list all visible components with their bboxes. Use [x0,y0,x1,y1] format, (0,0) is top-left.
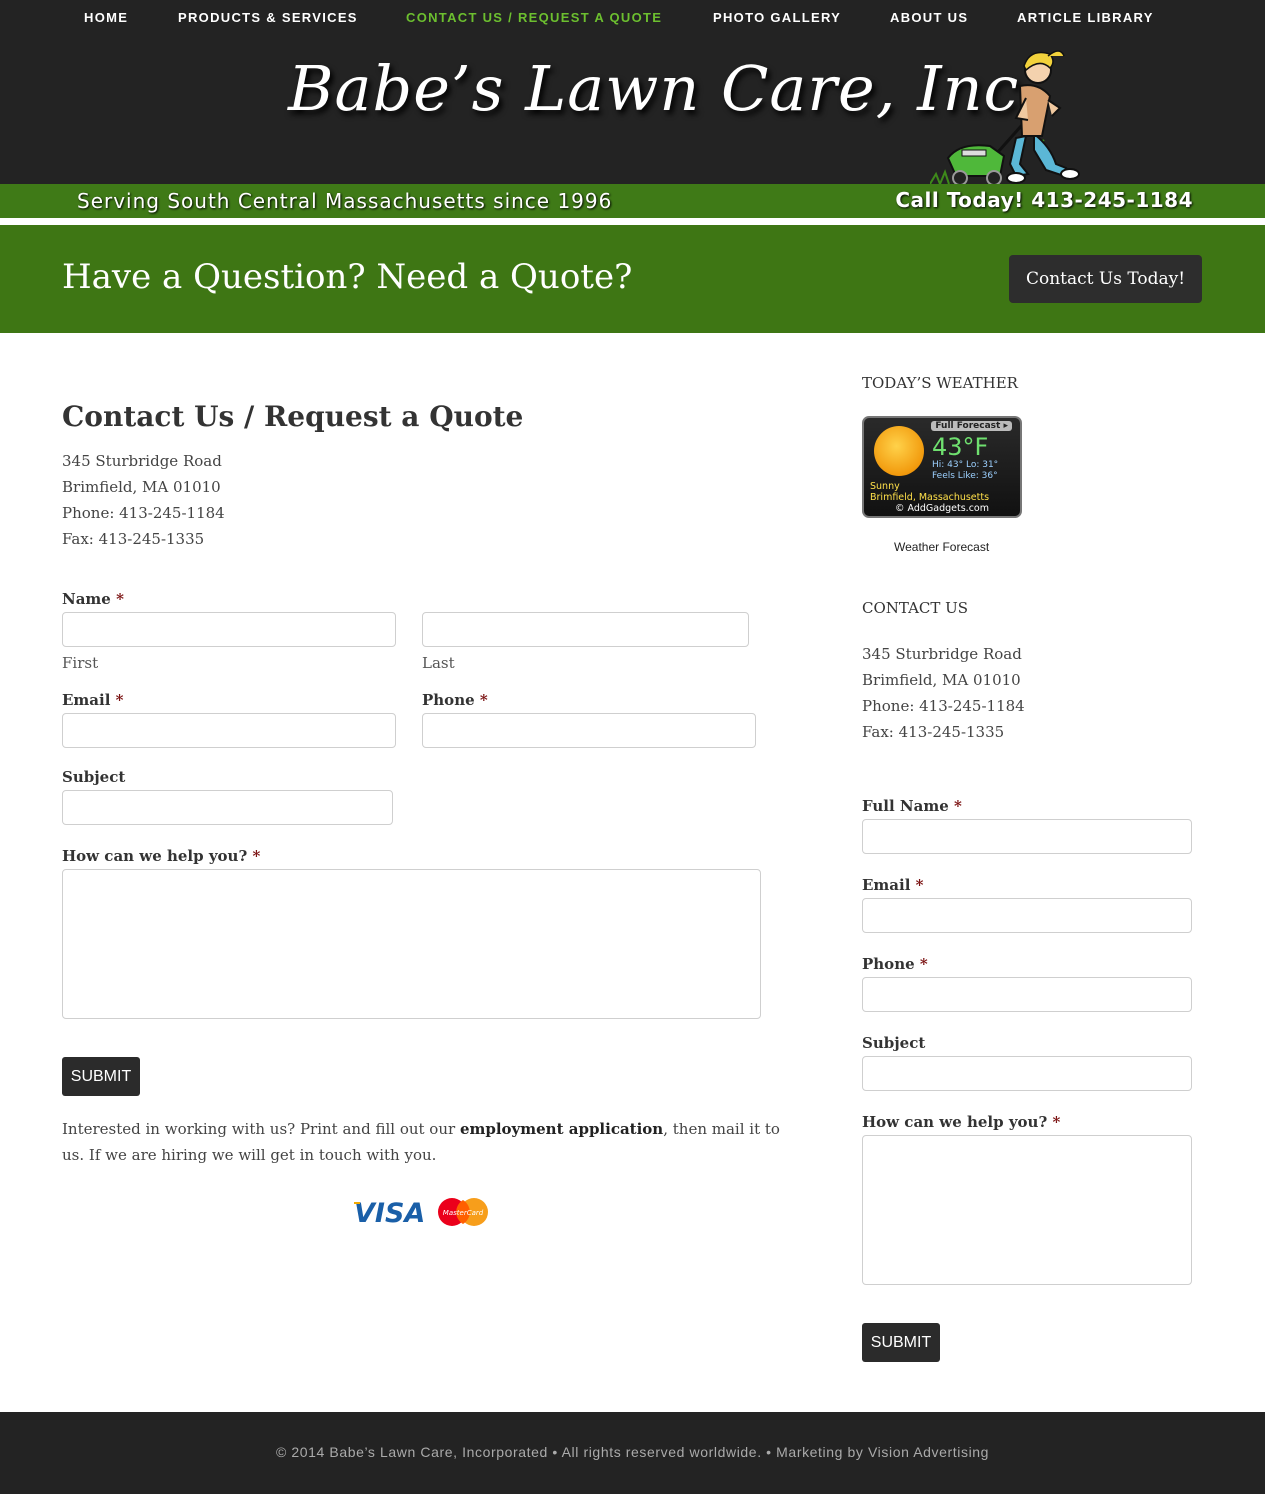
header-divider [0,218,1265,225]
submit-button[interactable]: SUBMIT [62,1057,140,1096]
site-logo[interactable]: Babe’s Lawn Care, Inc. [288,52,1040,125]
sidebar-message-label: How can we help you? * [862,1113,1060,1131]
contact-heading: CONTACT US [862,599,969,617]
name-label-text: Name [62,590,111,608]
payment-cards: VISA MasterCard [354,1198,488,1229]
main-nav: HOME PRODUCTS & SERVICES CONTACT US / RE… [0,0,1265,34]
weather-credit: © AddGadgets.com [895,503,989,514]
sun-icon [874,426,924,476]
employment-note: Interested in working with us? Print and… [62,1116,792,1168]
visa-logo-icon: VISA [354,1198,425,1229]
message-label-text: How can we help you? [62,847,248,865]
banner-title: Have a Question? Need a Quote? [62,257,633,297]
phone-input[interactable] [422,713,756,748]
mastercard-logo-icon: MasterCard [438,1198,488,1226]
sidebar-address-fax: Fax: 413-245-1335 [862,723,1005,741]
nav-article-library[interactable]: ARTICLE LIBRARY [1017,10,1154,25]
nav-home[interactable]: HOME [84,10,128,25]
sidebar-phone-input[interactable] [862,977,1192,1012]
sidebar-email-label-text: Email [862,876,911,894]
email-label: Email * [62,691,124,709]
sidebar-fullname-label-text: Full Name [862,797,949,815]
sidebar-fullname-input[interactable] [862,819,1192,854]
footer-copyright: © 2014 Babe’s Lawn Care, Incorporated • … [275,1444,990,1460]
weather-temp: 43°F [932,433,989,461]
subject-input[interactable] [62,790,393,825]
employment-application-link[interactable]: employment application [460,1120,663,1138]
call-today-phone[interactable]: Call Today! 413-245-1184 [895,188,1193,212]
required-mark: * [479,691,488,709]
nav-products-services[interactable]: PRODUCTS & SERVICES [178,10,358,25]
required-mark: * [115,691,124,709]
address-city: Brimfield, MA 01010 [62,478,221,496]
email-input[interactable] [62,713,396,748]
first-sublabel: First [62,654,99,672]
weather-heading: TODAY’S WEATHER [862,374,1018,392]
nav-about-us[interactable]: ABOUT US [890,10,968,25]
sidebar-phone-label: Phone * [862,955,928,973]
weather-hilo: Hi: 43° Lo: 31° Feels Like: 36° [932,460,998,482]
cta-banner: Have a Question? Need a Quote? Contact U… [0,225,1265,333]
last-name-input[interactable] [422,612,749,647]
tagline: Serving South Central Massachusetts sinc… [77,189,613,213]
sidebar-email-input[interactable] [862,898,1192,933]
required-mark: * [1052,1113,1061,1131]
nav-photo-gallery[interactable]: PHOTO GALLERY [713,10,841,25]
sidebar-message-textarea[interactable] [862,1135,1192,1285]
message-label: How can we help you? * [62,847,260,865]
sidebar-subject-input[interactable] [862,1056,1192,1091]
required-mark: * [252,847,261,865]
sidebar-address-street: 345 Sturbridge Road [862,645,1022,663]
required-mark: * [915,876,924,894]
visa-text: VISA [354,1198,425,1229]
sidebar-message-label-text: How can we help you? [862,1113,1048,1131]
contact-us-today-button[interactable]: Contact Us Today! [1009,255,1202,303]
tagline-bar: Serving South Central Massachusetts sinc… [0,184,1265,218]
sidebar-email-label: Email * [862,876,924,894]
last-sublabel: Last [422,654,455,672]
address-phone: Phone: 413-245-1184 [62,504,225,522]
mower-mascot-icon [930,50,1080,187]
weather-condition: Sunny Brimfield, Massachusetts [870,481,989,503]
sidebar-submit-button[interactable]: SUBMIT [862,1323,940,1362]
sidebar-fullname-label: Full Name * [862,797,962,815]
required-mark: * [954,797,962,815]
weather-forecast-link[interactable]: Weather Forecast [894,540,989,554]
first-name-input[interactable] [62,612,396,647]
address-fax: Fax: 413-245-1335 [62,530,205,548]
name-label: Name * [62,590,124,608]
nav-contact-quote[interactable]: CONTACT US / REQUEST A QUOTE [406,10,662,25]
phone-label-text: Phone [422,691,475,709]
employment-text-before: Interested in working with us? Print and… [62,1120,460,1138]
sidebar-address-city: Brimfield, MA 01010 [862,671,1021,689]
required-mark: * [116,590,124,608]
weather-location: Brimfield, Massachusetts [870,492,990,503]
sidebar-subject-label: Subject [862,1034,926,1052]
sidebar-address-phone: Phone: 413-245-1184 [862,697,1025,715]
weather-condition-text: Sunny [870,481,900,492]
site-header: HOME PRODUCTS & SERVICES CONTACT US / RE… [0,0,1265,187]
site-footer: © 2014 Babe’s Lawn Care, Incorporated • … [0,1412,1265,1494]
phone-label: Phone * [422,691,488,709]
email-label-text: Email [62,691,111,709]
mastercard-text: MasterCard [443,1209,484,1217]
required-mark: * [919,955,928,973]
message-textarea[interactable] [62,869,761,1019]
weather-hilo-text: Hi: 43° Lo: 31° [932,460,999,470]
address-street: 345 Sturbridge Road [62,452,222,470]
page-title: Contact Us / Request a Quote [62,400,524,433]
sidebar-phone-label-text: Phone [862,955,915,973]
weather-widget[interactable]: Full Forecast ▸ 43°F Hi: 43° Lo: 31° Fee… [862,416,1022,518]
subject-label: Subject [62,768,126,786]
full-forecast-link[interactable]: Full Forecast ▸ [931,421,1012,431]
